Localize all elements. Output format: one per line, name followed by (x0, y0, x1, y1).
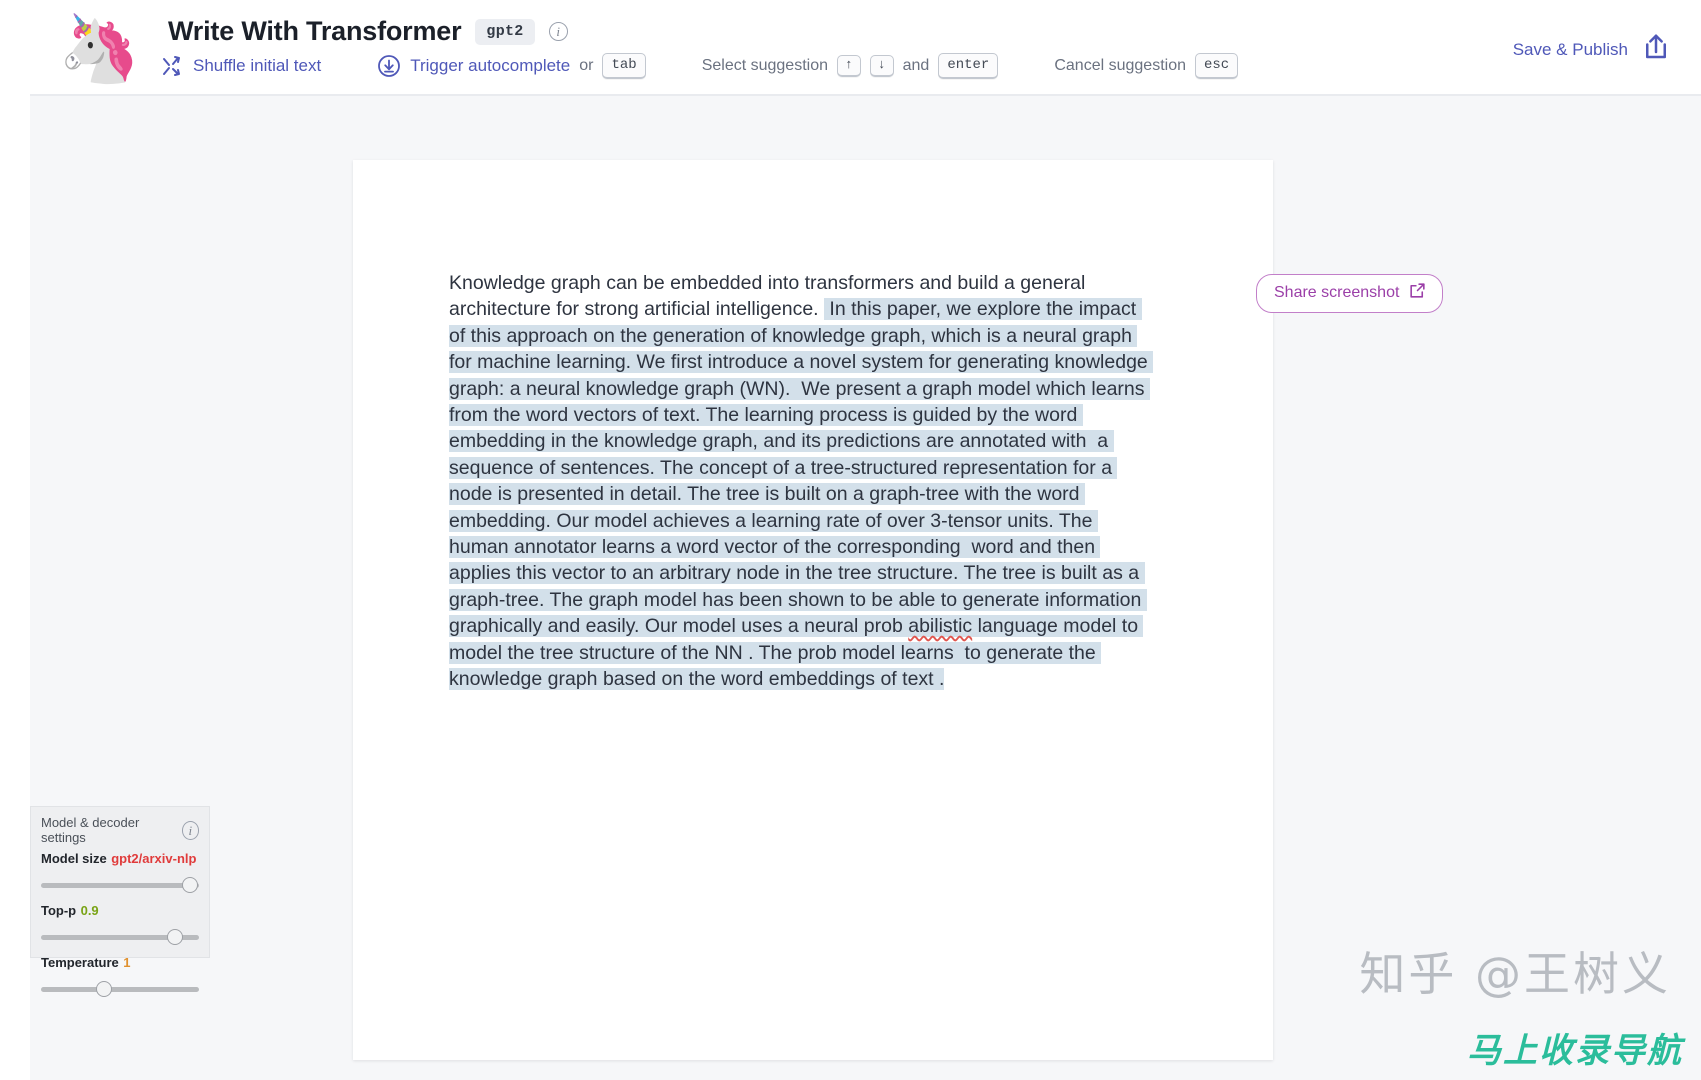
shuffle-initial-text-label: Shuffle initial text (193, 56, 322, 75)
model-size-value: gpt2/arxiv-nlp (111, 851, 197, 866)
temperature-row: Temperature 1 (31, 945, 209, 972)
zhihu-watermark: 知乎 @王树义 (1359, 947, 1671, 1001)
and-label: and (902, 57, 930, 74)
cancel-suggestion-hint: Cancel suggestion esc (1054, 52, 1239, 80)
shuffle-icon (160, 54, 184, 78)
app-header: 🦄 Write With Transformer gpt2 i Shuffle … (0, 0, 1701, 96)
model-badge: gpt2 (475, 18, 535, 45)
tab-key: tab (602, 52, 646, 80)
green-banner-watermark: 马上收录导航 (1467, 1031, 1683, 1071)
page-title: Write With Transformer (168, 16, 462, 46)
model-size-slider[interactable] (41, 877, 199, 893)
model-size-slider-thumb[interactable] (181, 877, 198, 893)
share-screenshot-label: Share screenshot (1274, 284, 1400, 301)
save-and-publish-label: Save & Publish (1512, 39, 1628, 59)
settings-panel-header: Model & decoder settings i (31, 807, 209, 847)
document-card[interactable]: Knowledge graph can be embedded into tra… (353, 160, 1273, 1060)
topp-row: Top-p 0.9 (31, 893, 209, 920)
editor-generated-text-part-1: In this paper, we explore the impact of … (449, 298, 1154, 638)
topp-label: Top-p (41, 903, 77, 918)
model-size-slider-track (41, 883, 199, 888)
topp-slider[interactable] (41, 929, 199, 945)
unicorn-logo-icon: 🦄 (58, 11, 141, 85)
temperature-slider-thumb[interactable] (96, 981, 113, 997)
select-suggestion-hint: Select suggestion ↑ ↓ and enter (701, 52, 999, 80)
temperature-slider[interactable] (41, 981, 199, 997)
settings-panel-title: Model & decoder settings (41, 815, 140, 845)
model-size-row: Model size gpt2/arxiv-nlp (31, 847, 209, 868)
title-row: Write With Transformer gpt2 i (168, 16, 568, 47)
trigger-autocomplete-button[interactable]: Trigger autocomplete or tab (377, 52, 646, 80)
topp-slider-thumb[interactable] (167, 929, 184, 945)
trigger-autocomplete-label: Trigger autocomplete (410, 56, 571, 75)
save-and-publish-button[interactable]: Save & Publish (1513, 32, 1671, 67)
arrow-up-key: ↑ (837, 54, 861, 78)
shortcut-bar: Shuffle initial text Trigger autocomplet… (160, 52, 1239, 80)
select-suggestion-label: Select suggestion (701, 57, 828, 74)
temperature-value: 1 (123, 955, 131, 970)
model-decoder-settings-panel[interactable]: Model & decoder settings i Model size gp… (30, 806, 210, 997)
header-divider (30, 94, 1701, 96)
settings-info-icon[interactable]: i (181, 820, 199, 840)
download-arrow-icon (377, 54, 401, 78)
cancel-suggestion-label: Cancel suggestion (1054, 57, 1186, 74)
or-label: or (579, 57, 594, 74)
temperature-label: Temperature (41, 955, 119, 970)
temperature-slider-track (41, 987, 199, 992)
arrow-down-key: ↓ (869, 54, 894, 78)
enter-key: enter (938, 52, 999, 80)
share-screenshot-button[interactable]: Share screenshot (1256, 274, 1444, 313)
editor-text-area[interactable]: Knowledge graph can be embedded into tra… (449, 270, 1154, 693)
external-link-icon (1408, 281, 1427, 305)
topp-value: 0.9 (80, 903, 99, 918)
model-size-label: Model size (41, 851, 107, 866)
write-with-transformer-app: 🦄 Write With Transformer gpt2 i Shuffle … (0, 0, 1701, 1080)
editor-misspelled-word: abilistic (908, 615, 973, 638)
shuffle-initial-text-button[interactable]: Shuffle initial text (160, 54, 321, 78)
esc-key: esc (1194, 52, 1239, 80)
upload-share-icon (1641, 32, 1671, 67)
info-icon[interactable]: i (548, 22, 568, 41)
